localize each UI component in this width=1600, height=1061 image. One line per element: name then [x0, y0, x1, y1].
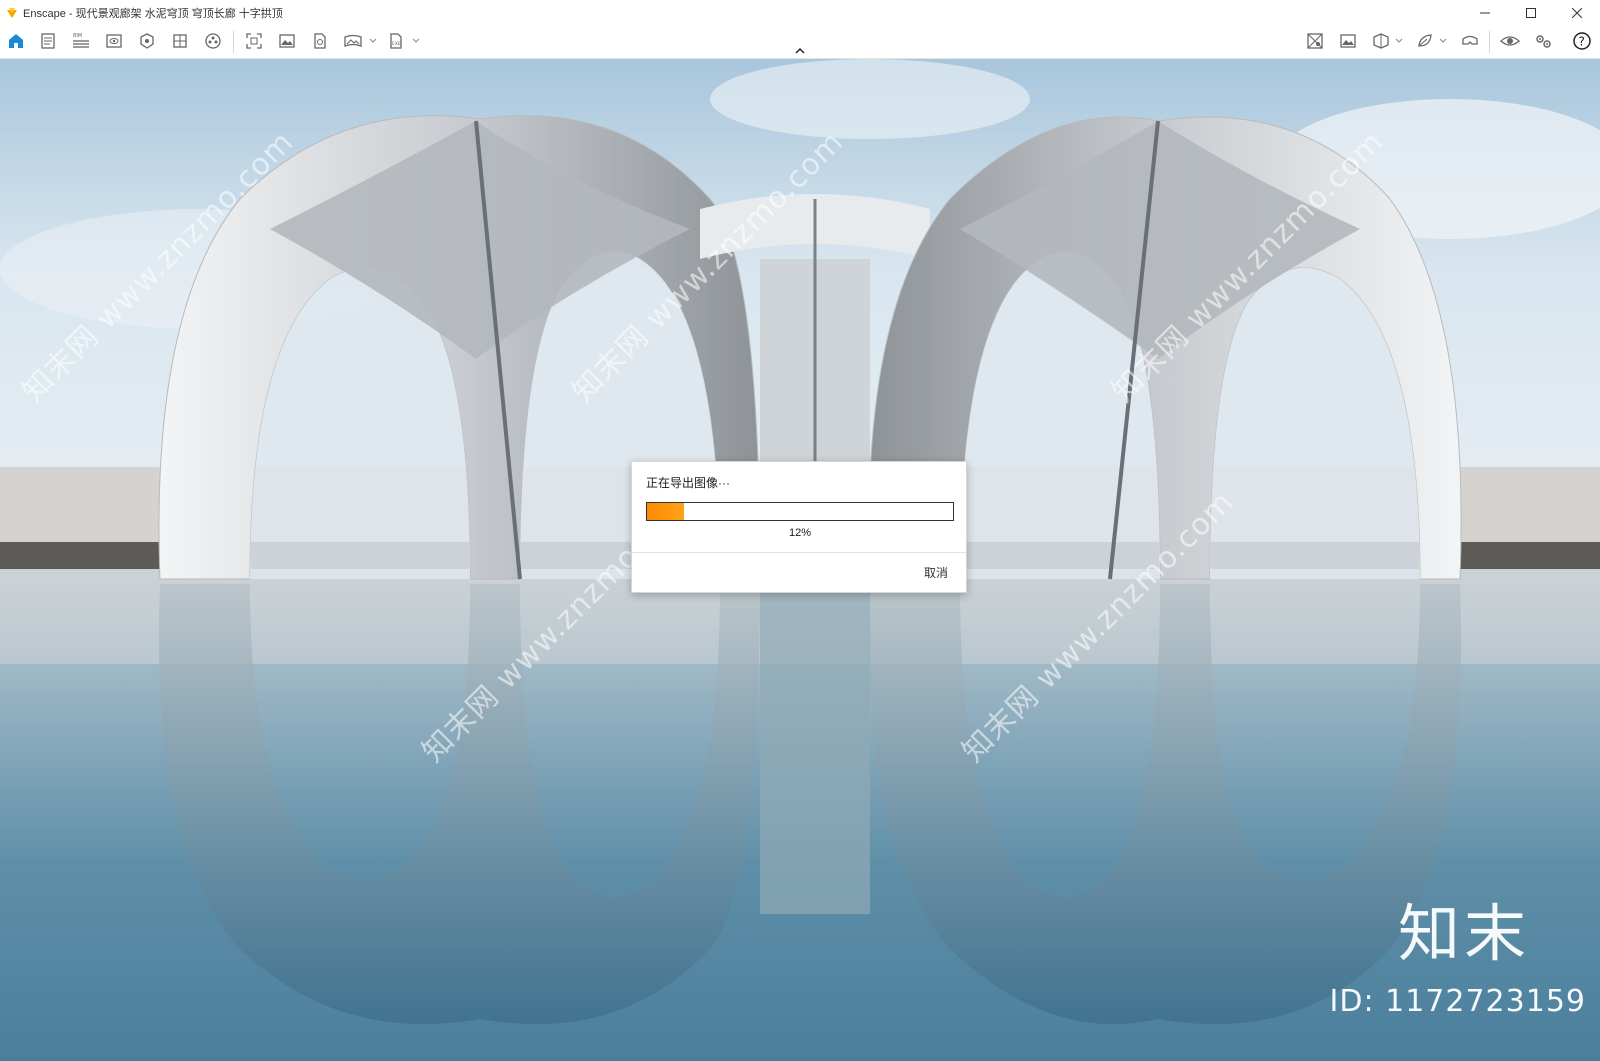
atmosphere-icon[interactable] [201, 30, 225, 52]
asset-library-icon[interactable] [1413, 30, 1437, 52]
settings-gear-icon[interactable] [1531, 30, 1555, 52]
bim-label: BIM [73, 33, 82, 39]
asset-dropdown-chevron-down-icon[interactable] [1438, 34, 1448, 48]
section-dropdown-chevron-down-icon[interactable] [1394, 34, 1404, 48]
progress-bar-fill [647, 503, 684, 520]
svg-text:?: ? [1579, 35, 1585, 49]
collapse-toolbar-chevron-up-icon[interactable] [792, 44, 808, 56]
asset-icon[interactable] [135, 30, 159, 52]
toolbar-separator-right [1489, 31, 1490, 53]
maximize-button[interactable] [1508, 0, 1554, 25]
progress-bar [646, 502, 954, 521]
minimize-button[interactable] [1462, 0, 1508, 25]
dialog-title: 正在导出图像··· [646, 476, 730, 490]
title-bar: Enscape - 现代景观廊架 水泥穹顶 穹顶长廊 十字拱顶 [0, 0, 1600, 25]
bim-icon[interactable]: BIM [69, 30, 93, 52]
exe-export-icon[interactable]: EXE [384, 30, 408, 52]
brand-logo-text: 知末 [1397, 897, 1530, 970]
document-icon[interactable] [36, 30, 60, 52]
svg-text:EXE: EXE [392, 41, 401, 47]
asset-id-label: ID: 1172723159 [1329, 984, 1586, 1019]
window-title: Enscape - 现代景观廊架 水泥穹顶 穹顶长廊 十字拱顶 [23, 7, 283, 20]
window-controls [1462, 0, 1600, 25]
material-icon[interactable] [168, 30, 192, 52]
image-icon[interactable] [275, 30, 299, 52]
enscape-window: Enscape - 现代景观廊架 水泥穹顶 穹顶长廊 十字拱顶 BIM EXE … [0, 0, 1600, 1061]
close-button[interactable] [1554, 0, 1600, 25]
minimap-icon[interactable] [1303, 30, 1327, 52]
export-progress-dialog: 正在导出图像··· 12% 取消 [631, 461, 967, 593]
section-icon[interactable] [1369, 30, 1393, 52]
preview-eye-icon[interactable] [1498, 30, 1522, 52]
toolbar-separator [233, 31, 234, 53]
panorama-icon[interactable] [341, 30, 365, 52]
panorama-dropdown-chevron-down-icon[interactable] [368, 34, 378, 48]
home-icon[interactable] [4, 30, 28, 52]
dialog-divider [632, 552, 966, 553]
screenshot-icon[interactable] [242, 30, 266, 52]
enscape-logo-icon [7, 7, 17, 18]
view-eye-icon[interactable] [102, 30, 126, 52]
visual-settings-icon[interactable] [1336, 30, 1360, 52]
progress-percent-label: 12% [788, 527, 812, 539]
vr-headset-icon[interactable] [1458, 30, 1482, 52]
help-icon[interactable]: ? [1570, 30, 1594, 52]
export-file-icon[interactable] [308, 30, 332, 52]
cancel-button[interactable]: 取消 [924, 564, 948, 581]
exe-dropdown-chevron-down-icon[interactable] [411, 34, 421, 48]
